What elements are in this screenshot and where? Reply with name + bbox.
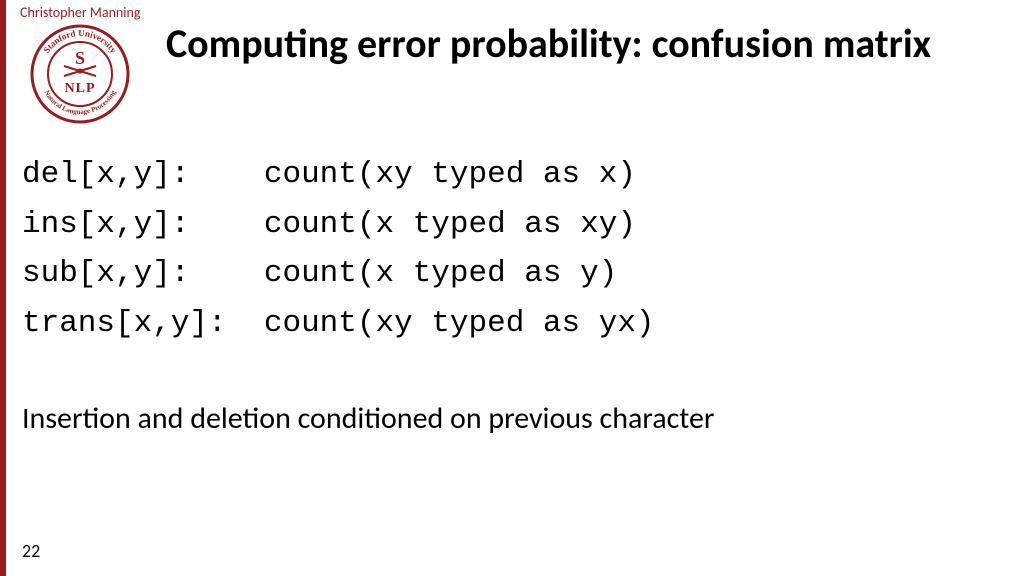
footnote-text: Insertion and deletion conditioned on pr… xyxy=(22,400,714,437)
definitions-block: del[x,y]: count(xy typed as x) ins[x,y]:… xyxy=(22,150,655,348)
definition-row: ins[x,y]: count(x typed as xy) xyxy=(22,200,655,250)
def-lhs: sub[x,y]: xyxy=(22,256,189,291)
page-number: 22 xyxy=(22,540,40,562)
def-lhs: ins[x,y]: xyxy=(22,207,189,242)
definition-row: del[x,y]: count(xy typed as x) xyxy=(22,150,655,200)
slide-title: Computing error probability: confusion m… xyxy=(166,20,986,68)
def-rhs: count(x typed as xy) xyxy=(264,207,636,242)
def-rhs: count(xy typed as yx) xyxy=(264,306,655,341)
definition-row: trans[x,y]: count(xy typed as yx) xyxy=(22,299,655,349)
def-rhs: count(xy typed as x) xyxy=(264,157,636,192)
logo-letter-s: S xyxy=(75,48,85,68)
author-name: Christopher Manning xyxy=(20,4,140,21)
def-lhs: del[x,y]: xyxy=(22,157,189,192)
logo-nlp-text: NLP xyxy=(65,81,96,96)
slide: Christopher Manning Stanford University … xyxy=(0,0,1024,576)
stanford-nlp-logo-icon: Stanford University Natural Language Pro… xyxy=(30,24,130,124)
def-rhs: count(x typed as y) xyxy=(264,256,617,291)
def-lhs: trans[x,y]: xyxy=(22,306,227,341)
definition-row: sub[x,y]: count(x typed as y) xyxy=(22,249,655,299)
